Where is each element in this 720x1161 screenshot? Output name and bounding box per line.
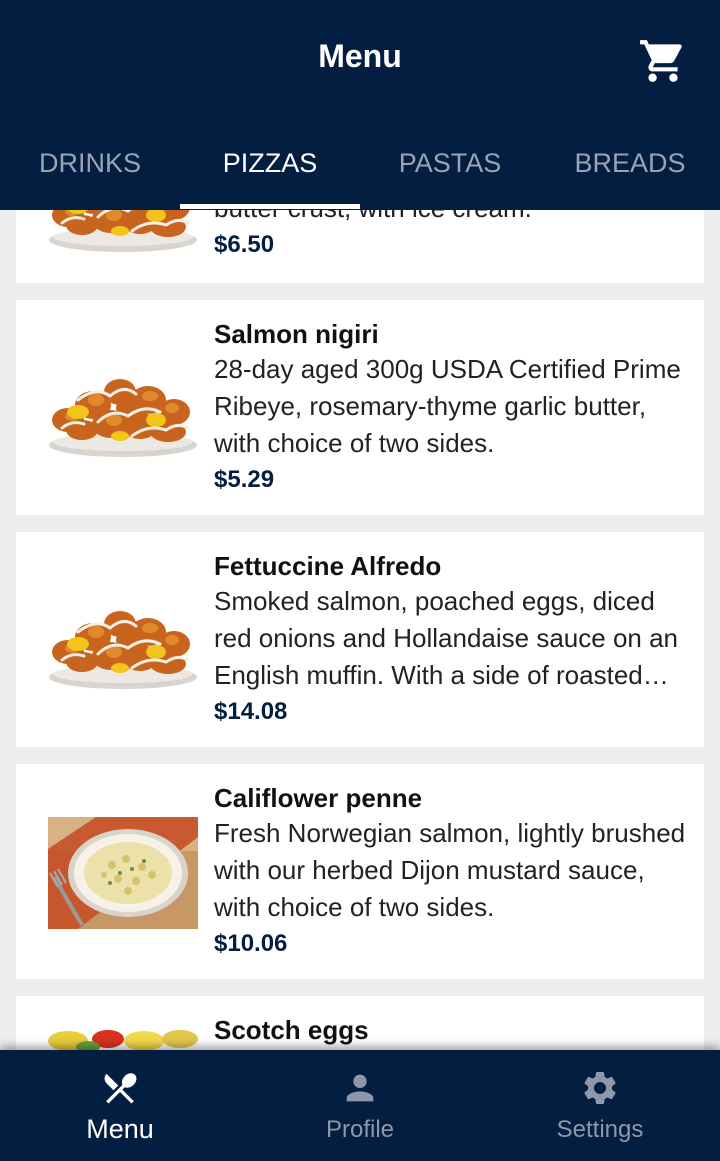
menu-item-card[interactable]: butter crust, with ice cream. $6.50 bbox=[16, 210, 704, 283]
item-description: Smoked salmon, poached eggs, diced red o… bbox=[214, 586, 679, 690]
bottom-navigation: Menu Profile Settings bbox=[0, 1050, 720, 1161]
item-price: $5.29 bbox=[214, 466, 275, 493]
item-price: $14.08 bbox=[214, 698, 288, 725]
gear-icon bbox=[584, 1072, 616, 1104]
fork-knife-icon bbox=[104, 1073, 137, 1104]
nav-settings[interactable]: Settings bbox=[480, 1050, 720, 1161]
person-icon bbox=[346, 1074, 374, 1102]
tab-breads[interactable]: BREADS bbox=[540, 132, 720, 210]
item-description: Fresh Norwegian salmon, lightly brushed … bbox=[214, 818, 686, 922]
food-image bbox=[48, 210, 198, 257]
item-price: $10.06 bbox=[214, 930, 288, 957]
food-image bbox=[48, 817, 198, 929]
menu-item-card[interactable]: Scotch eggs bbox=[16, 996, 704, 1050]
tab-drinks[interactable]: DRINKS bbox=[0, 132, 180, 210]
nav-settings-label: Settings bbox=[556, 1116, 644, 1143]
item-name: Scotch eggs bbox=[214, 1015, 369, 1045]
food-image bbox=[48, 1029, 198, 1050]
active-tab-indicator bbox=[180, 204, 360, 209]
shopping-cart-icon[interactable] bbox=[638, 36, 688, 86]
nav-menu[interactable]: Menu bbox=[0, 1050, 240, 1161]
nav-profile[interactable]: Profile bbox=[240, 1050, 480, 1161]
menu-item-card[interactable]: Califlower penne Fresh Norwegian salmon,… bbox=[16, 764, 704, 979]
nav-menu-label: Menu bbox=[86, 1114, 154, 1144]
app-bar: Menu DRINKS PIZZAS PASTAS BREADS bbox=[0, 0, 720, 210]
food-image bbox=[48, 350, 198, 462]
item-description: 28-day aged 300g USDA Certified Prime Ri… bbox=[214, 354, 681, 458]
category-tabs: DRINKS PIZZAS PASTAS BREADS bbox=[0, 132, 720, 210]
item-name: Califlower penne bbox=[214, 783, 423, 813]
menu-item-card[interactable]: Salmon nigiri 28-day aged 300g USDA Cert… bbox=[16, 300, 704, 515]
food-image bbox=[48, 582, 198, 694]
item-description: butter crust, with ice cream. bbox=[214, 210, 688, 227]
item-name: Salmon nigiri bbox=[214, 319, 379, 349]
tab-pizzas[interactable]: PIZZAS bbox=[180, 132, 360, 210]
item-name: Fettuccine Alfredo bbox=[214, 551, 442, 581]
menu-item-card[interactable]: Fettuccine Alfredo Smoked salmon, poache… bbox=[16, 532, 704, 747]
tab-pastas[interactable]: PASTAS bbox=[360, 132, 540, 210]
page-title: Menu bbox=[318, 38, 402, 74]
item-price: $6.50 bbox=[214, 231, 275, 258]
menu-item-list[interactable]: butter crust, with ice cream. $6.50 Salm… bbox=[0, 210, 720, 1050]
nav-profile-label: Profile bbox=[325, 1116, 395, 1143]
